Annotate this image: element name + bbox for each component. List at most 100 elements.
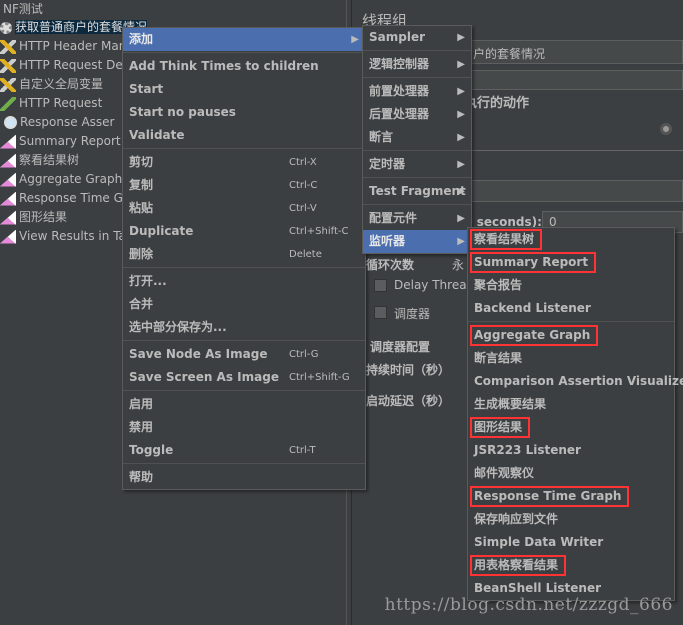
context-menu-item-save-node-as-image[interactable]: Save Node As Image Ctrl-G xyxy=(123,343,365,366)
watermark: https://blog.csdn.net/zzzgd_666 xyxy=(384,595,673,615)
menu-item-label: Backend Listener xyxy=(474,301,591,315)
menu-item-label: Response Time Graph xyxy=(474,489,622,503)
tree-item[interactable]: Response Asser xyxy=(4,113,114,132)
shortcut-label: Delete xyxy=(289,249,322,260)
wrench-icon xyxy=(0,39,16,54)
shortcut-label: Ctrl+Shift-G xyxy=(289,372,350,383)
tree-item[interactable]: Response Time G xyxy=(0,189,123,208)
menu-item-label: 添加 xyxy=(129,32,154,46)
menu-item-label: Summary Report xyxy=(474,255,589,269)
listener-submenu-item-aggregate-graph[interactable]: Aggregate Graph xyxy=(468,324,674,347)
magnifier-icon xyxy=(4,116,17,129)
add-submenu-item-item[interactable]: 后置处理器 ▶ xyxy=(363,103,471,126)
add-submenu-item-item[interactable]: 定时器 ▶ xyxy=(363,153,471,176)
listener-submenu-item-item[interactable]: 聚合报告 xyxy=(468,274,674,297)
tree-item[interactable]: 自定义全局变量 xyxy=(0,75,103,94)
context-menu-item-item[interactable]: 粘贴 Ctrl-V xyxy=(123,197,365,220)
listener-submenu-item-backend-listener[interactable]: Backend Listener xyxy=(468,297,674,320)
menu-item-label: 定时器 xyxy=(369,157,406,171)
tree-item-label: View Results in Ta xyxy=(19,229,126,243)
tree-item[interactable]: Aggregate Graph xyxy=(0,170,122,189)
wrench-icon xyxy=(0,58,16,73)
submenu-arrow-icon: ▶ xyxy=(351,34,359,45)
listener-submenu-item-item[interactable]: 生成概要结果 xyxy=(468,393,674,416)
listener-submenu-item-item[interactable]: 断言结果 xyxy=(468,347,674,370)
listener-submenu-item-item[interactable]: 图形结果 xyxy=(468,416,674,439)
context-menu-item-save-screen-as-image[interactable]: Save Screen As Image Ctrl+Shift-G xyxy=(123,366,365,389)
menu-item-label: 图形结果 xyxy=(474,420,523,434)
menu-item-label: 逻辑控制器 xyxy=(369,57,430,71)
menu-item-label: Add Think Times to children xyxy=(129,59,319,73)
menu-item-label: 前置处理器 xyxy=(369,84,430,98)
add-submenu-item-sampler[interactable]: Sampler ▶ xyxy=(363,26,471,49)
scheduler-checkbox[interactable] xyxy=(374,306,387,319)
tree-item-label: NF测试 xyxy=(3,2,43,16)
context-menu-item-item[interactable]: 选中部分保存为... xyxy=(123,316,365,339)
listener-submenu-item-simple-data-writer[interactable]: Simple Data Writer xyxy=(468,531,674,554)
graph-icon xyxy=(0,229,16,244)
action-radio[interactable] xyxy=(660,123,672,135)
menu-item-label: Simple Data Writer xyxy=(474,535,604,549)
context-menu-item-item[interactable]: 添加 ▶ xyxy=(123,28,365,51)
tree-item[interactable]: View Results in Ta xyxy=(0,227,126,246)
context-menu-item-item[interactable]: 剪切 Ctrl-X xyxy=(123,151,365,174)
context-menu-item-item[interactable]: 删除 Delete xyxy=(123,243,365,266)
menu-item-label: Duplicate xyxy=(129,224,194,238)
graph-icon xyxy=(0,191,16,206)
menu-item-label: 生成概要结果 xyxy=(474,397,547,411)
context-menu-item-validate[interactable]: Validate xyxy=(123,124,365,147)
context-menu-item-duplicate[interactable]: Duplicate Ctrl+Shift-C xyxy=(123,220,365,243)
divider xyxy=(464,150,683,151)
context-menu-item-item[interactable]: 合并 xyxy=(123,293,365,316)
menu-item-label: 启用 xyxy=(129,397,154,411)
listener-submenu-item-item[interactable]: 邮件观察仪 xyxy=(468,462,674,485)
context-menu-item-toggle[interactable]: Toggle Ctrl-T xyxy=(123,439,365,462)
context-menu-item-item[interactable]: 启用 xyxy=(123,393,365,416)
menu-item-label: 用表格察看结果 xyxy=(474,558,559,572)
graph-icon xyxy=(0,172,16,187)
tree-item[interactable]: HTTP Header Man xyxy=(0,37,126,56)
menu-item-label: Save Node As Image xyxy=(129,347,268,361)
listener-submenu-item-item[interactable]: 用表格察看结果 xyxy=(468,554,674,577)
listener-submenu-item-comparison-assertion-visualizer[interactable]: Comparison Assertion Visualizer xyxy=(468,370,683,393)
tree-item[interactable]: 图形结果 xyxy=(0,208,67,227)
listener-submenu-item-item[interactable]: 察看结果树 xyxy=(468,228,674,251)
menu-item-label: 监听器 xyxy=(369,234,406,248)
listener-submenu-item-jsr223-listener[interactable]: JSR223 Listener xyxy=(468,439,674,462)
menu-item-label: Start xyxy=(129,82,164,96)
loop-label: 循环次数 xyxy=(366,258,415,272)
duration-label: 持续时间（秒） xyxy=(366,363,451,377)
tree-item[interactable]: Summary Report xyxy=(0,132,121,151)
add-submenu-item-item[interactable]: 配置元件 ▶ xyxy=(363,207,471,230)
listener-submenu-item-summary-report[interactable]: Summary Report xyxy=(468,251,674,274)
shortcut-label: Ctrl-X xyxy=(289,157,317,168)
context-menu-item-add-think-times-to-children[interactable]: Add Think Times to children xyxy=(123,55,365,78)
menu-item-label: 禁用 xyxy=(129,420,154,434)
listener-submenu-item-response-time-graph[interactable]: Response Time Graph xyxy=(468,485,674,508)
tree-item-label: Summary Report xyxy=(19,134,121,148)
context-menu-item-item[interactable]: 打开... xyxy=(123,270,365,293)
context-menu-item-item[interactable]: 禁用 xyxy=(123,416,365,439)
tree-item[interactable]: 察看结果树 xyxy=(0,151,79,170)
add-submenu-item-item[interactable]: 监听器 ▶ xyxy=(363,230,471,253)
context-menu-item-item[interactable]: 帮助 xyxy=(123,466,365,489)
action-section-label: 执行的动作 xyxy=(464,96,530,111)
delay-thread-checkbox[interactable] xyxy=(374,279,387,292)
menu-item-label: 聚合报告 xyxy=(474,278,523,292)
add-submenu-item-test-fragment[interactable]: Test Fragment ▶ xyxy=(363,180,471,203)
gear-icon xyxy=(0,21,12,34)
tree-item[interactable]: HTTP Request Def xyxy=(0,56,127,75)
tree-item[interactable]: HTTP Request xyxy=(0,94,102,113)
add-submenu-item-item[interactable]: 断言 ▶ xyxy=(363,126,471,149)
add-submenu: Sampler ▶ 逻辑控制器 ▶ 前置处理器 ▶ 后置处理器 ▶ 断言 ▶ 定时器 ▶ Test Fr… xyxy=(362,25,472,254)
add-submenu-item-item[interactable]: 逻辑控制器 ▶ xyxy=(363,53,471,76)
tree-item-label: 图形结果 xyxy=(19,210,68,224)
context-menu-item-start-no-pauses[interactable]: Start no pauses xyxy=(123,101,365,124)
context-menu-item-item[interactable]: 复制 Ctrl-C xyxy=(123,174,365,197)
context-menu-item-start[interactable]: Start xyxy=(123,78,365,101)
tree-item[interactable]: NF测试 xyxy=(3,0,43,19)
listener-submenu-item-item[interactable]: 保存响应到文件 xyxy=(468,508,674,531)
add-submenu-item-item[interactable]: 前置处理器 ▶ xyxy=(363,80,471,103)
submenu-arrow-icon: ▶ xyxy=(457,86,465,97)
menu-item-label: 粘贴 xyxy=(129,201,154,215)
